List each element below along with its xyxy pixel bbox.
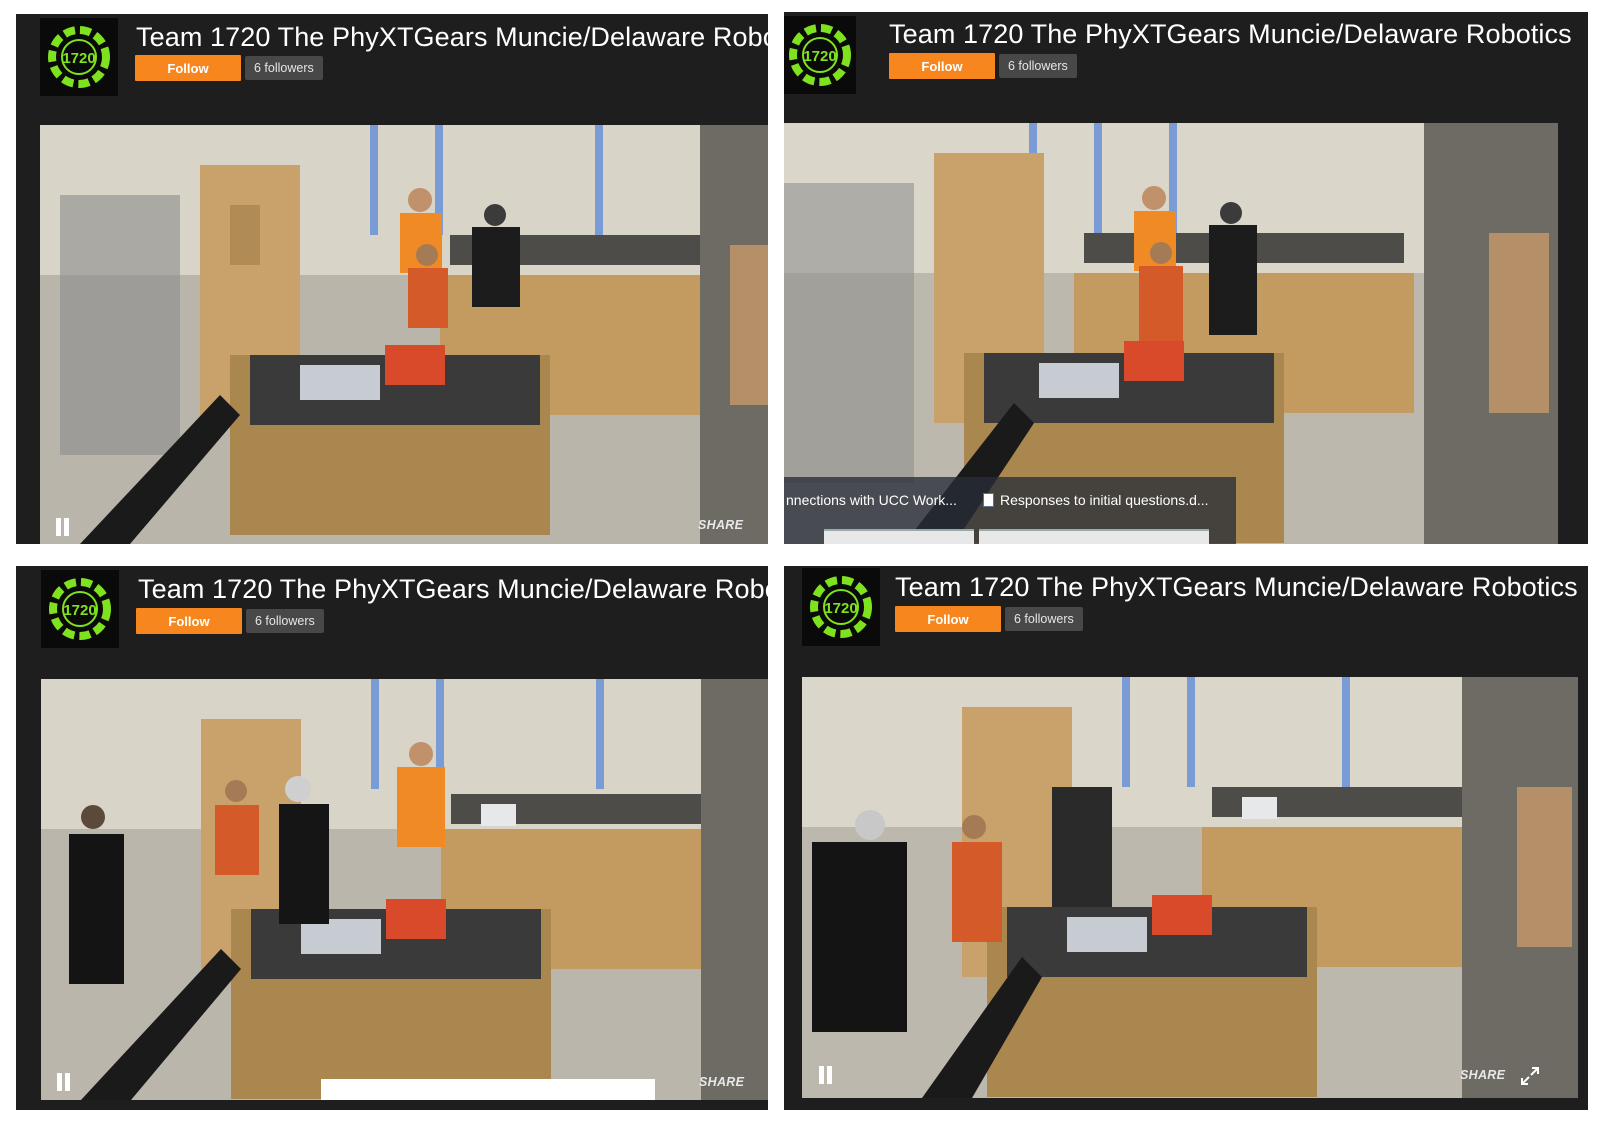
channel-title[interactable]: Team 1720 The PhyXTGears Muncie/Delaware… bbox=[136, 21, 768, 53]
pause-button[interactable] bbox=[56, 1073, 72, 1093]
share-button[interactable]: SHARE bbox=[698, 518, 743, 532]
followers-count: 6 followers bbox=[245, 56, 323, 80]
video-player[interactable]: SHARE bbox=[40, 125, 768, 544]
follow-button[interactable]: Follow bbox=[895, 606, 1001, 632]
channel-title[interactable]: Team 1720 The PhyXTGears Muncie/Delaware… bbox=[138, 573, 768, 605]
follow-button[interactable]: Follow bbox=[135, 55, 241, 81]
team-logo[interactable]: 1720 bbox=[40, 18, 118, 96]
gear-logo-icon: 1720 bbox=[48, 26, 110, 88]
stream-panel-3: 1720 Team 1720 The PhyXTGears Muncie/Del… bbox=[16, 566, 768, 1110]
follow-button[interactable]: Follow bbox=[889, 53, 995, 79]
stream-panel-1: 1720 Team 1720 The PhyXTGears Muncie/Del… bbox=[16, 14, 768, 544]
video-player[interactable]: SHARE bbox=[802, 677, 1578, 1098]
logo-text: 1720 bbox=[824, 600, 857, 617]
share-button[interactable]: SHARE bbox=[699, 1075, 744, 1089]
pause-button[interactable] bbox=[55, 518, 71, 538]
stream-panel-2: 1720 Team 1720 The PhyXTGears Muncie/Del… bbox=[784, 12, 1588, 544]
logo-text: 1720 bbox=[63, 602, 96, 619]
channel-title[interactable]: Team 1720 The PhyXTGears Muncie/Delaware… bbox=[889, 18, 1588, 50]
video-frame bbox=[41, 679, 768, 1100]
gear-logo-icon: 1720 bbox=[810, 576, 872, 638]
taskbar-thumbnail[interactable] bbox=[824, 529, 974, 544]
stream-panel-4: 1720 Team 1720 The PhyXTGears Muncie/Del… bbox=[784, 566, 1588, 1110]
video-frame bbox=[802, 677, 1578, 1098]
video-player[interactable]: SHARE bbox=[41, 679, 768, 1100]
followers-count: 6 followers bbox=[246, 609, 324, 633]
taskbar-item-ucc[interactable]: nnections with UCC Work... bbox=[786, 492, 957, 508]
video-player[interactable]: nnections with UCC Work... Responses to … bbox=[784, 123, 1558, 544]
pause-button[interactable] bbox=[818, 1066, 834, 1086]
fullscreen-icon[interactable] bbox=[1520, 1066, 1540, 1086]
gear-logo-icon: 1720 bbox=[789, 24, 851, 86]
follow-button[interactable]: Follow bbox=[136, 608, 242, 634]
team-logo[interactable]: 1720 bbox=[41, 570, 119, 648]
share-button[interactable]: SHARE bbox=[1460, 1068, 1505, 1082]
taskbar-preview: nnections with UCC Work... Responses to … bbox=[784, 477, 1236, 544]
logo-text: 1720 bbox=[62, 50, 95, 67]
video-frame bbox=[40, 125, 768, 544]
logo-text: 1720 bbox=[803, 48, 836, 65]
taskbar-item-responses[interactable]: Responses to initial questions.d... bbox=[983, 492, 1209, 508]
taskbar-item-label: Responses to initial questions.d... bbox=[1000, 492, 1209, 508]
channel-title[interactable]: Team 1720 The PhyXTGears Muncie/Delaware… bbox=[895, 571, 1588, 603]
taskbar-item-label: nnections with UCC Work... bbox=[786, 492, 957, 508]
followers-count: 6 followers bbox=[1005, 607, 1083, 631]
gear-logo-icon: 1720 bbox=[49, 578, 111, 640]
followers-count: 6 followers bbox=[999, 54, 1077, 78]
loading-bar bbox=[321, 1079, 655, 1100]
word-document-icon bbox=[983, 493, 994, 507]
team-logo[interactable]: 1720 bbox=[784, 16, 856, 94]
taskbar-thumbnail[interactable] bbox=[979, 529, 1209, 544]
team-logo[interactable]: 1720 bbox=[802, 568, 880, 646]
